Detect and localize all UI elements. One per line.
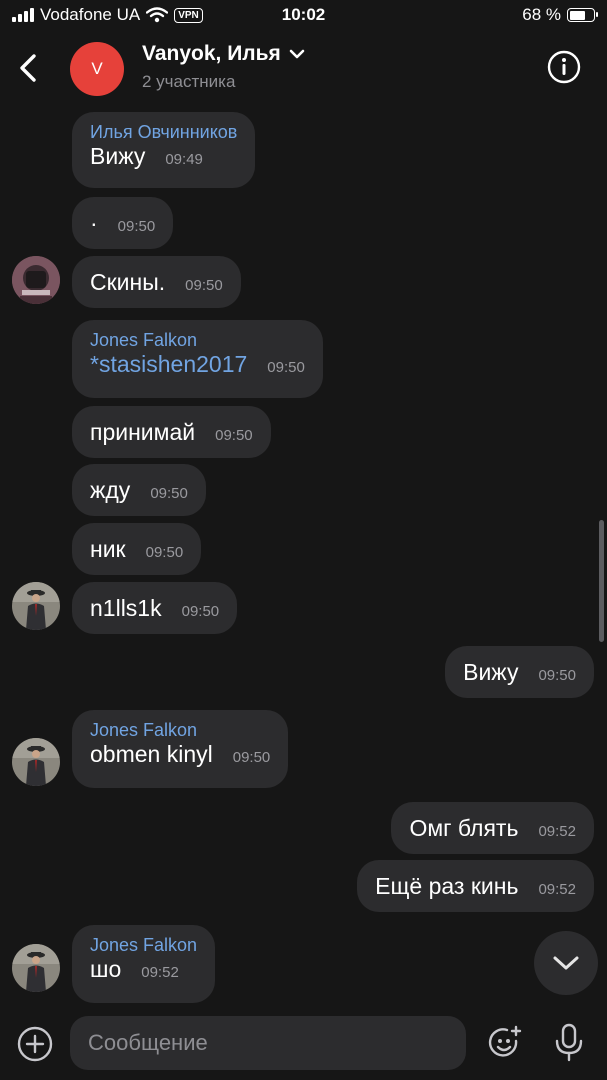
status-right: 68 % [522, 5, 598, 25]
outgoing-message-bubble[interactable]: Вижу 09:50 [445, 646, 594, 698]
message-bubble[interactable]: принимай 09:50 [72, 406, 271, 458]
microphone-icon[interactable] [552, 1022, 586, 1062]
chat-header: V Vanyok, Илья 2 участника [0, 34, 607, 106]
message-text: шо [90, 956, 122, 982]
message-bubble[interactable]: · 09:50 [72, 197, 174, 249]
chat-title[interactable]: Vanyok, Илья [142, 42, 305, 66]
message-text: Скины. [90, 268, 166, 295]
chat-avatar-letter: V [91, 59, 103, 78]
message-bubble[interactable]: Скины. 09:50 [72, 256, 241, 308]
message-input[interactable] [70, 1016, 466, 1070]
chat-avatar[interactable]: V [70, 42, 124, 96]
outgoing-message-bubble[interactable]: Ещё раз кинь 09:52 [357, 860, 594, 912]
message-bubble[interactable]: n1lls1k 09:50 [72, 582, 238, 634]
chevron-down-icon [553, 956, 579, 970]
message-link[interactable]: *stasishen2017 [90, 351, 247, 378]
message-time: 09:50 [117, 217, 156, 235]
message-text: Ещё раз кинь [375, 872, 519, 899]
avatar-image [12, 256, 60, 304]
message-time: 09:50 [185, 276, 223, 294]
message-text: n1lls1k [90, 594, 162, 621]
message-text: Вижу [90, 143, 146, 169]
message-time: 09:52 [538, 822, 576, 840]
battery-icon [567, 8, 598, 22]
plus-circle-icon[interactable] [16, 1025, 54, 1063]
message-bubble[interactable]: ник 09:50 [72, 523, 202, 575]
message-time: 09:50 [267, 359, 305, 376]
message-text: obmen kinyl [90, 741, 213, 767]
message-bubble[interactable]: Илья Овчинников Вижу 09:49 [72, 112, 256, 188]
avatar-image [12, 944, 60, 992]
chevron-down-icon [289, 49, 305, 59]
battery-level [569, 10, 586, 20]
composer-bar [0, 1008, 607, 1080]
message-time: 09:50 [232, 749, 271, 766]
avatar-jones-falkon[interactable] [12, 738, 60, 786]
clock: 10:02 [281, 5, 326, 24]
message-text: Омг блять [409, 814, 519, 841]
message-time: 09:52 [538, 880, 576, 898]
chat-screen: Vodafone UA VPN 10:02 68 % V Vanyok, Иль… [0, 0, 607, 1080]
chat-title-text: Vanyok, Илья [142, 42, 281, 65]
message-text: ник [90, 535, 126, 562]
message-sender[interactable]: Jones Falkon [90, 935, 197, 956]
scroll-down-button[interactable] [534, 931, 598, 995]
message-time: 09:52 [141, 964, 179, 981]
avatar-ilya[interactable] [12, 256, 60, 304]
message-sender[interactable]: Илья Овчинников [90, 122, 237, 143]
message-time: 09:50 [181, 602, 220, 620]
message-sender[interactable]: Jones Falkon [90, 330, 305, 351]
battery-percent: 68 % [522, 5, 561, 24]
status-bar: Vodafone UA VPN 10:02 68 % [0, 0, 607, 32]
avatar-jones-falkon[interactable] [12, 582, 60, 630]
message-bubble[interactable]: жду 09:50 [72, 464, 206, 516]
message-text: жду [90, 476, 131, 503]
message-time: 09:50 [150, 484, 188, 502]
message-time: 09:50 [538, 666, 576, 684]
info-icon[interactable] [547, 50, 581, 84]
message-text: Вижу [463, 658, 519, 685]
participants-count: 2 участника [142, 72, 236, 91]
message-bubble[interactable]: Jones Falkon *stasishen2017 09:50 [72, 320, 323, 398]
message-text: принимай [90, 418, 196, 445]
avatar-image [12, 738, 60, 786]
back-chevron-icon[interactable] [10, 48, 44, 88]
scrollbar-thumb[interactable] [599, 520, 604, 642]
avatar-image [12, 582, 60, 630]
message-text: · [90, 209, 98, 236]
sticker-smile-icon[interactable] [486, 1024, 524, 1062]
avatar-jones-falkon[interactable] [12, 944, 60, 992]
message-time: 09:49 [165, 151, 203, 168]
outgoing-message-bubble[interactable]: Омг блять 09:52 [391, 802, 594, 854]
message-sender[interactable]: Jones Falkon [90, 720, 270, 741]
message-bubble[interactable]: Jones Falkon obmen kinyl 09:50 [72, 710, 289, 788]
message-bubble[interactable]: Jones Falkon шо 09:52 [72, 925, 216, 1003]
message-time: 09:50 [215, 426, 253, 444]
message-time: 09:50 [145, 543, 184, 561]
